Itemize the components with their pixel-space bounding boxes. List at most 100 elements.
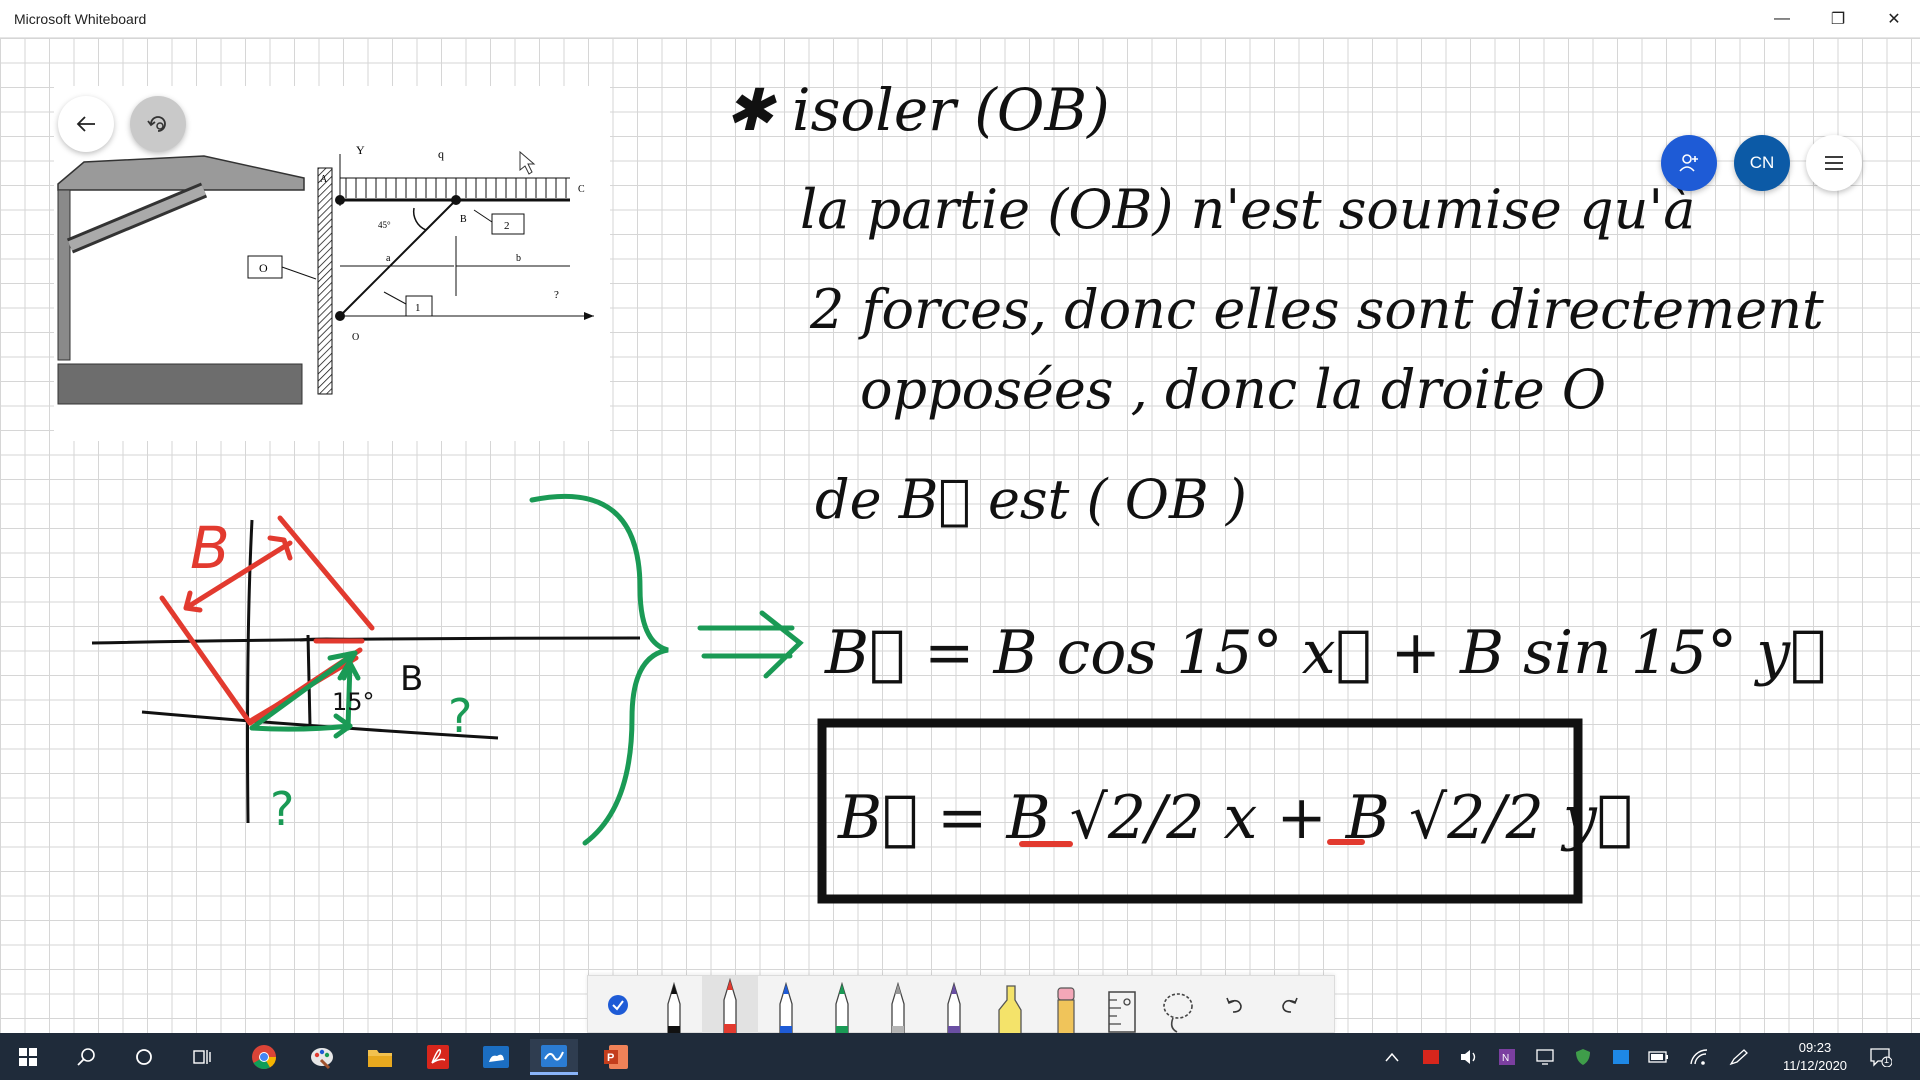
display-icon	[1536, 1049, 1554, 1065]
lasso-icon	[1163, 993, 1193, 1033]
network-app-icon	[1613, 1050, 1629, 1064]
acrobat-app[interactable]	[414, 1039, 462, 1075]
close-icon: ✕	[1887, 11, 1901, 28]
lasso-button[interactable]	[1150, 976, 1206, 1034]
black-pen-icon	[667, 982, 681, 1034]
file-explorer-app[interactable]	[356, 1039, 404, 1075]
minimize-button[interactable]: —	[1754, 0, 1810, 38]
task-view-icon	[193, 1050, 211, 1064]
search-button[interactable]	[62, 1039, 110, 1075]
speaker-icon	[1461, 1050, 1476, 1064]
svg-text:N: N	[1502, 1053, 1509, 1064]
green-question-2: ?	[448, 689, 472, 743]
whiteboard-icon	[541, 1044, 567, 1067]
onenote-icon: N	[1499, 1049, 1515, 1065]
windows-start-icon	[19, 1048, 37, 1066]
redo-button[interactable]	[1262, 976, 1318, 1034]
paint-icon	[311, 1048, 333, 1070]
tray-display[interactable]	[1534, 1046, 1556, 1068]
ink-equation-2: B⃗ = B √2/2 x + B √2/2 y⃗	[837, 783, 1633, 853]
tray-pen[interactable]	[1728, 1046, 1750, 1068]
acrobat-icon	[427, 1045, 449, 1069]
eraser-button[interactable]	[1038, 976, 1094, 1034]
app-title: Microsoft Whiteboard	[14, 11, 147, 27]
highlighter-icon	[998, 985, 1022, 1034]
ink-line-3: 2 forces, donc elles sont directement	[809, 278, 1824, 341]
red-pen-icon	[723, 978, 737, 1034]
red-pen-button[interactable]	[702, 976, 758, 1034]
clock-date: 11/12/2020	[1782, 1058, 1848, 1073]
chevron-up-icon	[1385, 1052, 1399, 1062]
ink-line-5: de B⃗ est ( OB )	[815, 468, 1247, 531]
green-question-1: ?	[270, 782, 294, 836]
invite-button[interactable]	[1661, 135, 1717, 191]
tray-office-upload[interactable]	[1420, 1046, 1442, 1068]
tray-overflow-button[interactable]	[1381, 1046, 1403, 1068]
settings-menu-button[interactable]	[1806, 135, 1862, 191]
black-pen-button[interactable]	[646, 976, 702, 1034]
undo-button[interactable]	[1206, 976, 1262, 1034]
minimize-icon: —	[1774, 10, 1790, 27]
arrow-left-icon	[76, 116, 95, 132]
close-button[interactable]: ✕	[1866, 0, 1920, 38]
purple-pen-button[interactable]	[926, 976, 982, 1034]
tray-wifi[interactable]	[1688, 1046, 1710, 1068]
clock[interactable]: 09:23 11/12/2020	[1770, 1039, 1860, 1075]
onedrive-app[interactable]	[472, 1039, 520, 1075]
cortana-icon	[136, 1049, 152, 1065]
powerpoint-app[interactable]: P	[592, 1039, 640, 1075]
redo-icon	[1282, 997, 1298, 1013]
green-pen-icon	[835, 982, 849, 1034]
eraser-icon	[1057, 987, 1075, 1034]
notification-count: 1	[1884, 1055, 1890, 1065]
sketch-label-b2: B	[400, 659, 423, 699]
ink-checkmark-icon	[608, 995, 628, 1015]
action-center-button[interactable]: 1	[1870, 1046, 1892, 1068]
chrome-app[interactable]	[240, 1039, 288, 1075]
whiteboard-app[interactable]	[530, 1039, 578, 1075]
shield-icon	[1576, 1049, 1590, 1065]
whiteboard-canvas[interactable]: O Y q A C 45° B 2 a b ? 1 O ✱ isoler (OB…	[0, 38, 1920, 1033]
tray-volume[interactable]	[1458, 1046, 1480, 1068]
start-button[interactable]	[4, 1039, 52, 1075]
account-initials: CN	[1749, 153, 1775, 172]
red-label-b: B	[190, 514, 230, 582]
ink-to-shape-toggle[interactable]	[590, 976, 646, 1034]
green-pen-button[interactable]	[814, 976, 870, 1034]
rotate-button[interactable]	[130, 96, 186, 152]
sketch-axes	[91, 519, 641, 824]
purple-pen-icon	[947, 982, 961, 1034]
blue-pen-icon	[779, 982, 793, 1034]
tray-onenote[interactable]: N	[1496, 1046, 1518, 1068]
office-tray-icon	[1423, 1050, 1439, 1064]
green-force-sketch	[249, 493, 804, 846]
blue-pen-button[interactable]	[758, 976, 814, 1034]
powerpoint-icon: P	[604, 1045, 628, 1069]
grey-pen-button[interactable]	[870, 976, 926, 1034]
ruler-button[interactable]	[1094, 976, 1150, 1034]
ink-line-4: opposées , donc la droite O	[860, 358, 1606, 421]
account-button[interactable]: CN	[1734, 135, 1790, 191]
back-button[interactable]	[58, 96, 114, 152]
tray-network-app[interactable]	[1610, 1046, 1632, 1068]
add-person-icon	[1679, 154, 1698, 172]
task-view-button[interactable]	[178, 1039, 226, 1075]
tray-battery[interactable]	[1648, 1046, 1670, 1068]
hamburger-icon	[1825, 156, 1843, 170]
svg-text:P: P	[607, 1052, 614, 1064]
rotate-icon	[147, 116, 166, 132]
highlighter-button[interactable]	[982, 976, 1038, 1034]
tray-defender[interactable]	[1572, 1046, 1594, 1068]
onedrive-icon	[483, 1046, 509, 1068]
chrome-icon	[252, 1045, 276, 1070]
ruler-icon	[1108, 991, 1136, 1033]
ink-equation-1: B⃗ = B cos 15° x⃗ + B sin 15° y⃗	[824, 618, 1826, 688]
ink-layer[interactable]: ✱ isoler (OB) la partie (OB) n'est soumi…	[0, 38, 1920, 1033]
search-icon	[77, 1048, 95, 1066]
ink-line-2: la partie (OB) n'est soumise qu'à	[800, 178, 1695, 241]
restore-button[interactable]: ❐	[1810, 0, 1866, 38]
paint-app[interactable]	[298, 1039, 346, 1075]
cortana-button[interactable]	[120, 1039, 168, 1075]
windows-taskbar: P N 09:23 11/12/2020 1	[0, 1033, 1920, 1080]
ink-line-1: ✱ isoler (OB)	[725, 76, 1110, 144]
